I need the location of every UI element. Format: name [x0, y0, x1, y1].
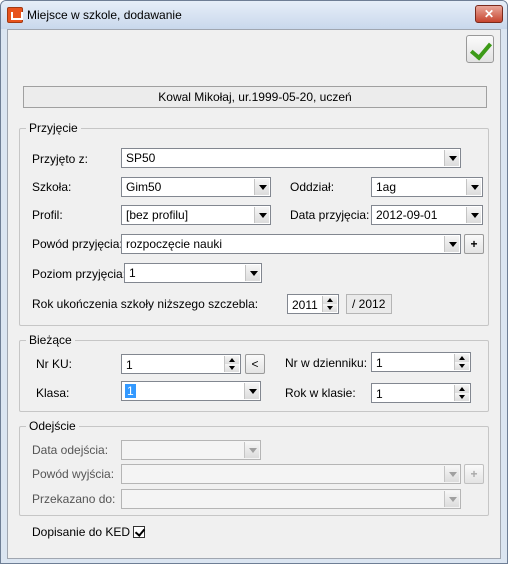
graduation-year-spinner[interactable]: 2011 [287, 294, 339, 314]
admission-level-label: Poziom przyjęcia: [32, 267, 127, 281]
graduation-year-value: 2011 [292, 298, 318, 312]
school-select[interactable]: Gim50 [121, 177, 271, 197]
class-value: 1 [125, 384, 136, 398]
chevron-down-icon[interactable] [245, 265, 260, 281]
received-from-label: Przyjęto z: [32, 152, 89, 166]
chevron-down-icon[interactable] [444, 236, 459, 252]
profile-label: Profil: [32, 208, 63, 222]
ked-checkbox[interactable] [133, 526, 145, 538]
close-button[interactable]: ✕ [475, 5, 503, 23]
received-from-select[interactable]: SP50 [121, 148, 461, 168]
departure-date-label: Data odejścia: [32, 443, 109, 457]
graduation-year-suffix: / 2012 [346, 294, 392, 314]
register-number-label: Nr w dzienniku: [285, 356, 368, 370]
year-in-class-spinner[interactable]: 1 [371, 383, 471, 403]
profile-select[interactable]: [bez profilu] [121, 205, 271, 225]
ku-number-label: Nr KU: [36, 357, 72, 371]
admission-level-select[interactable]: 1 [124, 263, 262, 283]
current-group-title: Bieżące [26, 333, 75, 347]
chevron-down-icon[interactable] [466, 179, 481, 195]
admission-reason-select[interactable]: rozpoczęcie nauki [121, 234, 461, 254]
admission-reason-label: Powód przyjęcia: [32, 237, 123, 251]
ku-number-value: 1 [126, 358, 133, 372]
transferred-to-label: Przekazano do: [32, 492, 116, 506]
spin-up-icon[interactable] [454, 385, 469, 393]
year-in-class-label: Rok w klasie: [285, 386, 356, 400]
spin-down-icon[interactable] [322, 304, 337, 312]
save-check-button[interactable] [466, 35, 494, 63]
school-value: Gim50 [126, 180, 162, 194]
departure-date-picker[interactable] [121, 440, 261, 460]
dialog-body: Kowal Mikołaj, ur.1999-05-20, uczeń Przy… [7, 29, 501, 559]
departure-reason-label: Powód wyjścia: [32, 467, 115, 481]
register-number-spinner[interactable]: 1 [371, 352, 471, 372]
admission-level-value: 1 [129, 266, 136, 280]
spin-down-icon[interactable] [454, 393, 469, 401]
division-label: Oddział: [290, 180, 335, 194]
admission-date-label: Data przyjęcia: [290, 208, 370, 222]
ku-copy-button[interactable]: < [245, 354, 265, 374]
class-select[interactable]: 1 [121, 381, 261, 401]
chevron-down-icon[interactable] [254, 179, 269, 195]
student-info-banner: Kowal Mikołaj, ur.1999-05-20, uczeń [23, 86, 487, 108]
admission-reason-value: rozpoczęcie nauki [126, 237, 223, 251]
dialog-window: Miejsce w szkole, dodawanie ✕ Kowal Miko… [0, 0, 508, 564]
add-reason-button[interactable]: + [464, 234, 484, 254]
spin-down-icon[interactable] [224, 364, 239, 372]
ked-label: Dopisanie do KED [32, 525, 131, 539]
chevron-down-icon[interactable] [244, 383, 259, 399]
admission-date-value: 2012-09-01 [376, 208, 438, 222]
spin-up-icon[interactable] [224, 356, 239, 364]
chevron-down-icon[interactable] [444, 491, 459, 507]
departure-group-title: Odejście [26, 419, 79, 433]
received-from-value: SP50 [126, 151, 156, 165]
spin-up-icon[interactable] [454, 354, 469, 362]
division-select[interactable]: 1ag [371, 177, 483, 197]
chevron-down-icon[interactable] [254, 207, 269, 223]
chevron-down-icon[interactable] [444, 466, 459, 482]
ku-number-spinner[interactable]: 1 [121, 354, 241, 374]
departure-reason-select[interactable] [121, 464, 461, 484]
admission-group-title: Przyjęcie [26, 121, 81, 135]
spin-up-icon[interactable] [322, 296, 337, 304]
year-in-class-value: 1 [376, 387, 383, 401]
chevron-down-icon[interactable] [466, 207, 481, 223]
register-number-value: 1 [376, 356, 383, 370]
chevron-down-icon[interactable] [244, 442, 259, 458]
school-label: Szkoła: [32, 180, 72, 194]
transferred-to-select[interactable] [121, 489, 461, 509]
spin-down-icon[interactable] [454, 362, 469, 370]
class-label: Klasa: [36, 386, 70, 400]
chevron-down-icon[interactable] [444, 150, 459, 166]
window-title: Miejsce w szkole, dodawanie [27, 8, 182, 22]
app-icon [7, 7, 23, 23]
profile-value: [bez profilu] [126, 208, 189, 222]
title-bar: Miejsce w szkole, dodawanie ✕ [1, 1, 507, 29]
graduation-year-label: Rok ukończenia szkoły niższego szczebla: [32, 297, 259, 311]
division-value: 1ag [376, 180, 397, 194]
admission-date-picker[interactable]: 2012-09-01 [371, 205, 483, 225]
add-departure-reason-button[interactable]: + [464, 464, 484, 484]
